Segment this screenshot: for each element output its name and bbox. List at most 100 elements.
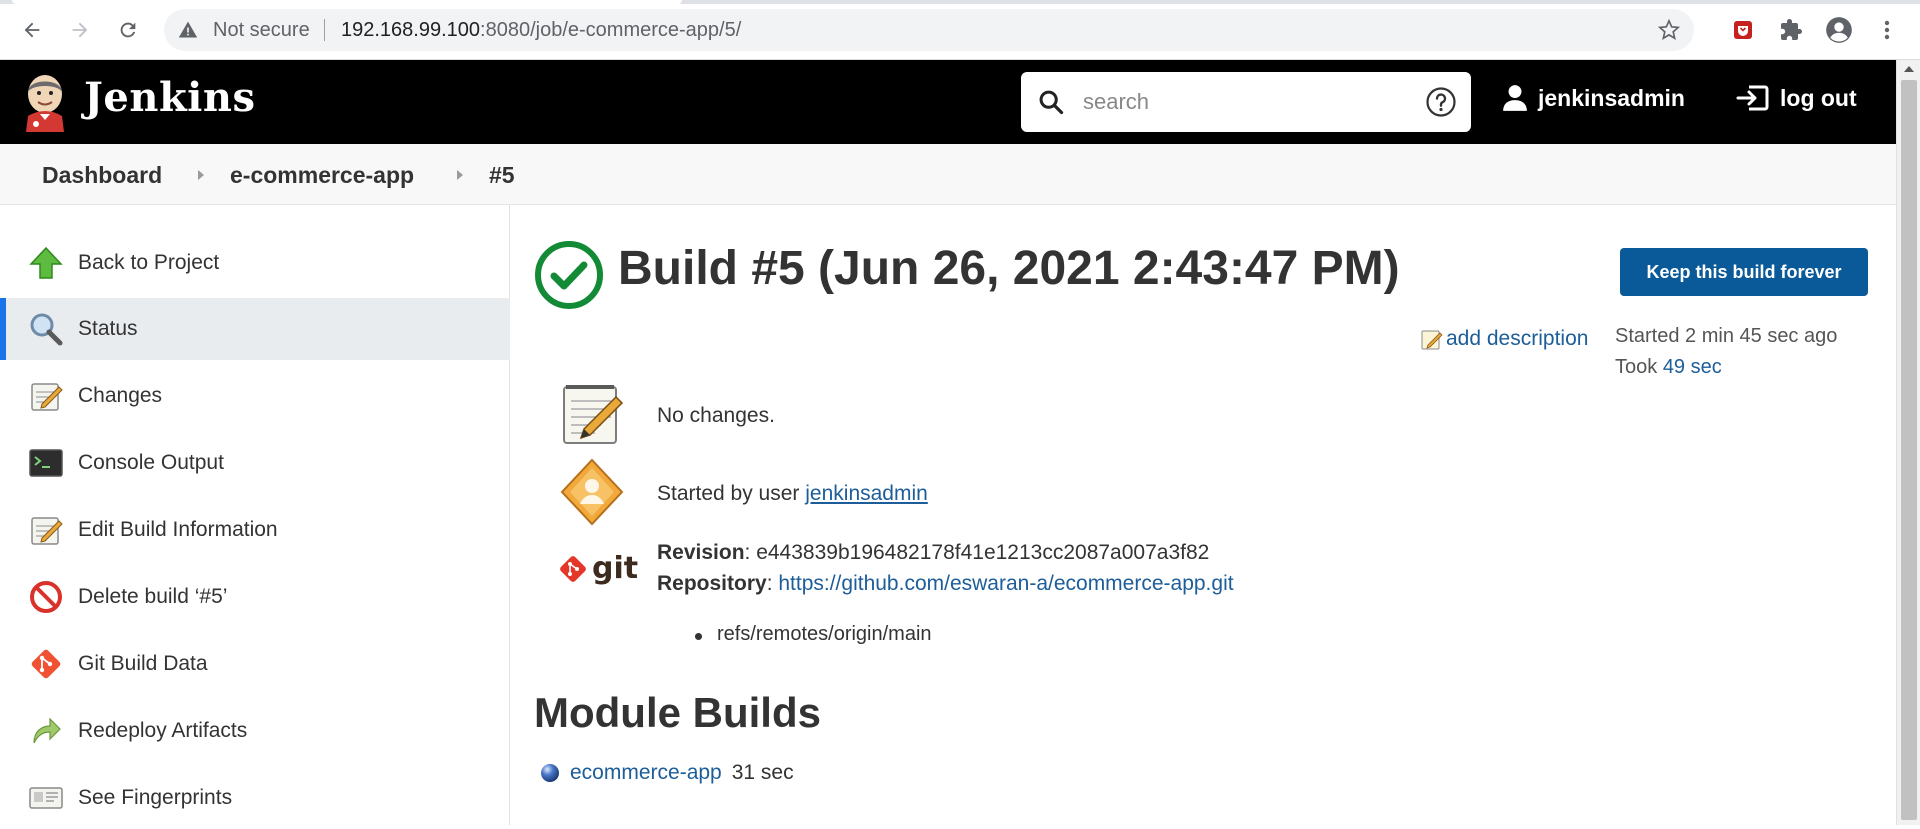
sidebar-item-delete-build[interactable]: Delete build ‘#5’ xyxy=(0,566,510,628)
scrollbar-thumb[interactable] xyxy=(1901,80,1917,820)
started-prefix: Started xyxy=(1615,325,1686,347)
arrow-right-icon xyxy=(72,22,88,38)
bookmark-star-icon[interactable] xyxy=(1658,19,1680,41)
logout-label: log out xyxy=(1780,84,1857,111)
user-link[interactable]: jenkinsadmin xyxy=(1502,84,1685,112)
security-label[interactable]: Not secure xyxy=(213,19,310,42)
breadcrumb-dashboard[interactable]: Dashboard xyxy=(42,162,162,189)
changes-text: No changes. xyxy=(657,404,775,427)
page-title: Build #5 (Jun 26, 2021 2:43:47 PM) xyxy=(618,242,1400,295)
warning-triangle-icon[interactable] xyxy=(178,20,198,40)
repository-line: Repository: https://github.com/eswaran-a… xyxy=(657,572,1234,595)
git-logo: git xyxy=(558,551,638,586)
terminal-icon xyxy=(29,449,63,477)
reload-button[interactable] xyxy=(110,12,146,48)
tab-strip xyxy=(0,0,1920,4)
started-ago-line: Started 2 min 45 sec ago xyxy=(1615,321,1837,352)
browser-toolbar: Not secure 192.168.99.100:8080/job/e-com… xyxy=(0,0,1920,60)
arrow-left-icon xyxy=(24,22,40,38)
profile-avatar-icon[interactable] xyxy=(1824,15,1854,45)
sidebar-item-see-fingerprints[interactable]: See Fingerprints xyxy=(0,767,510,829)
sidebar-item-edit-build-information[interactable]: Edit Build Information xyxy=(0,499,510,561)
main-panel: Build #5 (Jun 26, 2021 2:43:47 PM) Keep … xyxy=(532,205,1872,825)
notepad-icon xyxy=(31,383,63,411)
started-by-line: Started by user jenkinsadmin xyxy=(657,482,928,506)
branch-list-item: refs/remotes/origin/main xyxy=(695,623,932,645)
page-scrollbar[interactable] xyxy=(1896,60,1920,825)
revision-line: Revision: e443839b196482178f41e1213cc208… xyxy=(657,541,1210,564)
notepad-pencil-icon xyxy=(563,385,624,444)
username: jenkinsadmin xyxy=(1538,84,1685,111)
sidebar-item-back-to-project[interactable]: Back to Project xyxy=(0,232,510,294)
extensions-puzzle-icon[interactable] xyxy=(1776,15,1806,45)
search-box xyxy=(1021,72,1471,132)
user-icon xyxy=(1503,85,1527,111)
redeploy-arrow-icon xyxy=(33,717,61,744)
sidebar-item-label: Console Output xyxy=(78,451,224,474)
keep-build-forever-button[interactable]: Keep this build forever xyxy=(1620,248,1868,296)
scroll-up-arrow-icon[interactable] xyxy=(1904,66,1914,72)
reload-icon xyxy=(120,22,136,38)
breadcrumb-chevron-icon[interactable] xyxy=(198,170,204,180)
breadcrumb-job[interactable]: e-commerce-app xyxy=(230,162,414,189)
took-line: Took 49 sec xyxy=(1615,352,1837,383)
sidebar-item-git-build-data[interactable]: Git Build Data xyxy=(0,633,510,695)
sidebar-item-status[interactable]: Status xyxy=(0,298,510,360)
search-input[interactable] xyxy=(1081,84,1401,120)
started-by-user-link[interactable]: jenkinsadmin xyxy=(805,482,928,505)
sidebar-item-label: Redeploy Artifacts xyxy=(78,719,248,742)
logout-link[interactable]: log out xyxy=(1736,84,1857,112)
add-description-link[interactable]: add description xyxy=(1420,327,1588,351)
success-check-icon xyxy=(535,241,603,309)
help-icon[interactable] xyxy=(1425,86,1457,118)
repository-url-link[interactable]: https://github.com/eswaran-a/ecommerce-a… xyxy=(778,572,1233,595)
url-path: :8080/job/e-commerce-app/5/ xyxy=(480,19,742,41)
no-entry-icon xyxy=(30,581,62,613)
sidebar-item-label: Git Build Data xyxy=(78,652,208,675)
revision-label: Revision xyxy=(657,541,745,564)
duration-link[interactable]: 49 sec xyxy=(1663,356,1722,378)
started-by-prefix: Started by user xyxy=(657,482,806,505)
sidebar: Back to Project Status Changes Console O… xyxy=(0,205,510,825)
took-prefix: Took xyxy=(1615,356,1663,378)
breadcrumb: Dashboard e-commerce-app #5 xyxy=(0,144,1896,205)
url-host: 192.168.99.100 xyxy=(341,19,481,41)
sidebar-item-redeploy-artifacts[interactable]: Redeploy Artifacts xyxy=(0,700,510,762)
browser-menu-icon[interactable] xyxy=(1872,15,1902,45)
add-description-label: add description xyxy=(1446,327,1589,350)
sidebar-item-console-output[interactable]: Console Output xyxy=(0,432,510,494)
module-builds-heading: Module Builds xyxy=(534,689,821,736)
git-diamond-icon xyxy=(560,555,586,582)
sidebar-item-label: Back to Project xyxy=(78,251,220,274)
address-bar[interactable]: Not secure 192.168.99.100:8080/job/e-com… xyxy=(164,9,1694,51)
module-link[interactable]: ecommerce-app xyxy=(570,761,722,785)
extension-shield-icon[interactable] xyxy=(1728,15,1758,45)
search-icon xyxy=(1039,90,1064,115)
user-diamond-icon xyxy=(560,458,624,526)
module-build-row: ecommerce-app 31 sec xyxy=(540,761,794,785)
forward-button[interactable] xyxy=(62,12,98,48)
sidebar-item-label: Delete build ‘#5’ xyxy=(78,585,228,608)
url-text[interactable]: 192.168.99.100:8080/job/e-commerce-app/5… xyxy=(341,19,741,42)
logout-icon xyxy=(1736,85,1769,111)
active-tab[interactable] xyxy=(12,0,682,4)
breadcrumb-chevron-icon[interactable] xyxy=(457,170,463,180)
green-up-arrow-icon xyxy=(29,246,63,279)
sidebar-item-label: Status xyxy=(78,317,138,340)
fingerprint-card-icon xyxy=(29,787,63,809)
jenkins-brand[interactable]: Jenkins xyxy=(84,74,255,121)
sidebar-item-label: Edit Build Information xyxy=(78,518,278,541)
revision-hash: e443839b196482178f41e1213cc2087a007a3f82 xyxy=(756,541,1210,564)
magnifier-icon xyxy=(30,313,63,346)
started-ago: 2 min 45 sec ago xyxy=(1685,325,1838,347)
edit-note-icon xyxy=(1421,330,1443,350)
git-wordmark: git xyxy=(592,551,639,586)
sidebar-item-label: See Fingerprints xyxy=(78,786,233,809)
breadcrumb-build[interactable]: #5 xyxy=(489,162,515,189)
sidebar-item-changes[interactable]: Changes xyxy=(0,365,510,427)
back-button[interactable] xyxy=(14,12,50,48)
jenkins-butler-logo-icon[interactable] xyxy=(22,70,68,132)
git-logo-icon xyxy=(31,649,61,679)
sidebar-item-label: Changes xyxy=(78,384,163,407)
repository-label: Repository xyxy=(657,572,767,595)
